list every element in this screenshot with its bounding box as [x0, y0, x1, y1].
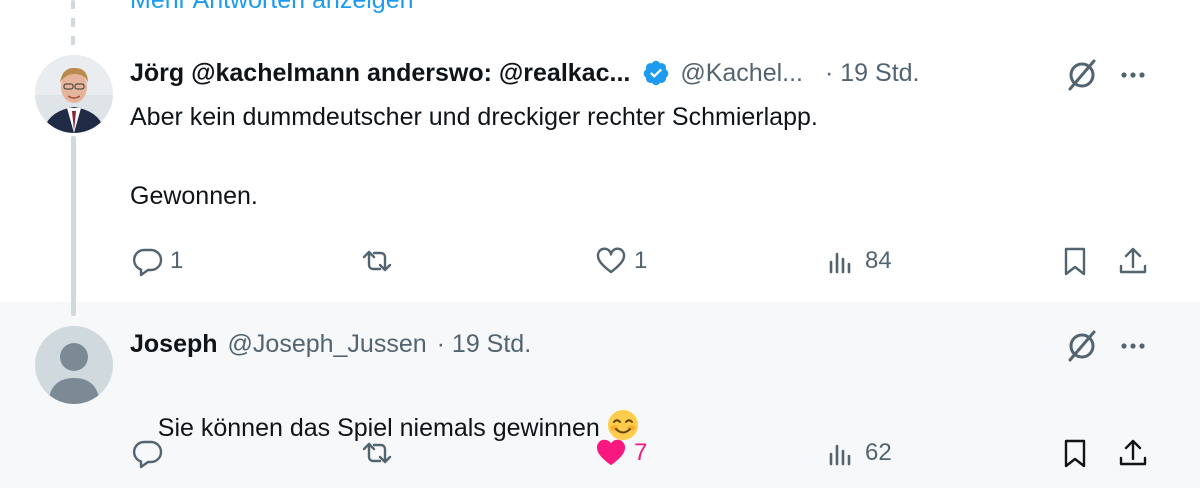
like-filled-icon: [596, 439, 626, 465]
views-icon: [829, 252, 851, 274]
like-button-active[interactable]: 7: [594, 436, 647, 470]
author-handle[interactable]: @Kachel...: [680, 59, 803, 88]
show-more-replies-link[interactable]: Mehr Antworten anzeigen: [130, 0, 414, 15]
repost-button[interactable]: [360, 244, 400, 278]
grok-icon[interactable]: [1064, 328, 1100, 364]
more-icon[interactable]: [1116, 58, 1150, 92]
views-count: 62: [865, 439, 892, 466]
views-count: 84: [865, 247, 892, 274]
reply-button[interactable]: 1: [130, 244, 183, 278]
views-button[interactable]: 62: [825, 436, 892, 470]
author-name[interactable]: Joseph: [130, 330, 218, 359]
bookmark-button[interactable]: [1058, 436, 1092, 470]
reply-icon: [132, 440, 163, 469]
more-icon[interactable]: [1116, 329, 1150, 363]
reply-button[interactable]: [130, 436, 170, 470]
tweet-kachelmann[interactable]: Mehr Antworten anzeigen Jörg @kachelmann…: [0, 0, 1200, 302]
avatar-kachelmann[interactable]: [35, 55, 113, 133]
bookmark-icon: [1064, 439, 1086, 468]
divider: [0, 488, 1200, 500]
avatar-joseph[interactable]: [35, 326, 113, 404]
reply-count: 1: [170, 247, 184, 274]
thread-connector-line: [71, 136, 76, 316]
thread-dashed-connector: [71, 0, 75, 46]
tweet-joseph[interactable]: Joseph @Joseph_Jussen · 19 Std. Sie könn…: [0, 302, 1200, 488]
author-handle[interactable]: @Joseph_Jussen: [228, 330, 427, 359]
tweet-text-line-1: Aber kein dummdeutscher und dreckiger re…: [130, 103, 818, 131]
grok-icon[interactable]: [1064, 57, 1100, 93]
like-icon: [596, 247, 626, 274]
repost-icon: [362, 250, 392, 272]
verified-badge-icon: [642, 59, 670, 87]
share-icon: [1119, 247, 1147, 274]
share-button[interactable]: [1116, 436, 1150, 470]
tweet-time[interactable]: · 19 Std.: [825, 59, 920, 88]
repost-button[interactable]: [360, 436, 400, 470]
repost-icon: [362, 442, 392, 464]
share-icon: [1119, 439, 1147, 466]
tweet-header: Jörg @kachelmann anderswo: @realkac... @…: [130, 55, 920, 91]
like-button[interactable]: 1: [594, 244, 647, 278]
tweet-time[interactable]: · 19 Std.: [437, 330, 532, 359]
share-button[interactable]: [1116, 244, 1150, 278]
like-count: 1: [634, 247, 648, 274]
tweet-text-line-2: Gewonnen.: [130, 182, 258, 210]
like-count: 7: [634, 439, 648, 466]
author-name[interactable]: Jörg @kachelmann anderswo: @realkac...: [130, 59, 630, 88]
bookmark-button[interactable]: [1058, 244, 1092, 278]
views-icon: [829, 444, 851, 466]
tweet-header: Joseph @Joseph_Jussen · 19 Std.: [130, 326, 531, 362]
views-button[interactable]: 84: [825, 244, 892, 278]
bookmark-icon: [1064, 247, 1086, 276]
reply-icon: [132, 248, 163, 277]
